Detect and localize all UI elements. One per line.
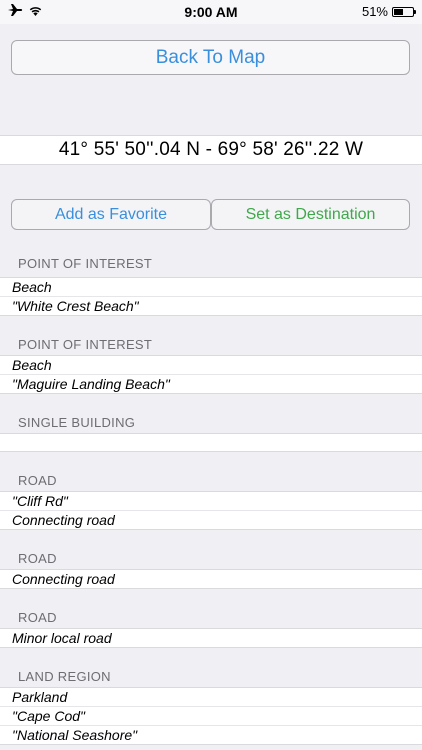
section-body: Minor local road: [0, 628, 422, 648]
set-destination-button[interactable]: Set as Destination: [211, 199, 410, 230]
section-body: Connecting road: [0, 569, 422, 589]
battery-percent: 51%: [361, 4, 388, 19]
feature-line-empty: [0, 434, 422, 451]
feature-line: "Maguire Landing Beach": [12, 376, 170, 392]
feature-line: "Cliff Rd": [0, 492, 422, 511]
feature-line: Minor local road: [12, 630, 112, 646]
section-body: Parkland "Cape Cod" "National Seashore": [0, 687, 422, 745]
add-favorite-button[interactable]: Add as Favorite: [11, 199, 211, 230]
back-to-map-button[interactable]: Back To Map: [11, 40, 410, 75]
section-header: ROAD: [18, 610, 57, 625]
section-body: [0, 433, 422, 452]
feature-line: Connecting road: [12, 512, 115, 528]
section-header: POINT OF INTEREST: [18, 337, 153, 352]
feature-line: Connecting road: [12, 571, 115, 587]
section-body: Beach "Maguire Landing Beach": [0, 355, 422, 394]
action-buttons: Add as Favorite Set as Destination: [0, 165, 422, 238]
feature-line: "White Crest Beach": [12, 298, 139, 314]
status-right: 51%: [361, 4, 416, 19]
top-area: Back To Map: [0, 24, 422, 135]
section-header: ROAD: [18, 473, 57, 488]
feature-list: POINT OF INTEREST Beach "White Crest Bea…: [0, 238, 422, 745]
section-header: ROAD: [18, 551, 57, 566]
feature-line: Parkland: [0, 688, 422, 707]
section-header: LAND REGION: [18, 669, 111, 684]
feature-line: Beach: [0, 356, 422, 375]
battery-tip: [414, 9, 416, 14]
feature-line: Beach: [0, 278, 422, 297]
feature-line: "Cape Cod": [0, 707, 422, 726]
feature-line: "National Seashore": [12, 727, 138, 743]
battery-fill: [394, 8, 404, 15]
section-header: POINT OF INTEREST: [18, 256, 153, 271]
status-time: 9:00 AM: [184, 4, 238, 20]
battery-icon: [392, 6, 416, 17]
coordinates-display: 41° 55' 50''.04 N - 69° 58' 26''.22 W: [0, 135, 422, 165]
section-body: "Cliff Rd" Connecting road: [0, 491, 422, 530]
section-body: Beach "White Crest Beach": [0, 277, 422, 316]
status-bar: 9:00 AM 51%: [0, 0, 422, 24]
section-header: SINGLE BUILDING: [18, 415, 136, 430]
